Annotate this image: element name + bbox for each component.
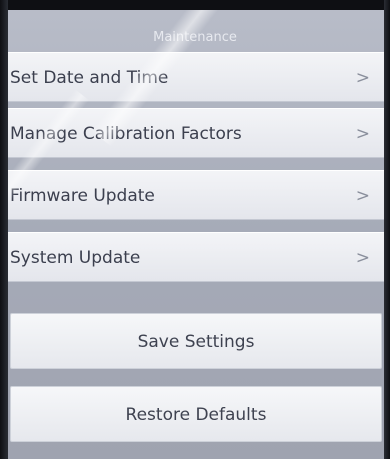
menu-item-label: Firmware Update [10, 186, 155, 206]
chevron-right-icon: > [355, 186, 370, 206]
section-title: Maintenance [153, 30, 237, 45]
chevron-right-icon: > [355, 248, 370, 268]
menu-item-label: Set Date and Time [10, 68, 169, 88]
menu-item-set-date-time[interactable]: Set Date and Time > [0, 52, 384, 102]
device-bezel [0, 0, 390, 10]
menu-item-label: System Update [10, 248, 141, 268]
device-bezel [0, 0, 8, 459]
menu-item-system-update[interactable]: System Update > [0, 232, 384, 282]
device-screen: Maintenance Set Date and Time > Manage C… [0, 0, 390, 459]
menu-item-firmware-update[interactable]: Firmware Update > [0, 170, 384, 220]
save-settings-button[interactable]: Save Settings [10, 313, 382, 369]
chevron-right-icon: > [355, 68, 370, 88]
menu-item-label: Manage Calibration Factors [10, 124, 242, 144]
device-bezel [384, 0, 390, 459]
menu-item-manage-calibration-factors[interactable]: Manage Calibration Factors > [0, 108, 384, 158]
restore-defaults-button[interactable]: Restore Defaults [10, 386, 382, 442]
chevron-right-icon: > [355, 124, 370, 144]
